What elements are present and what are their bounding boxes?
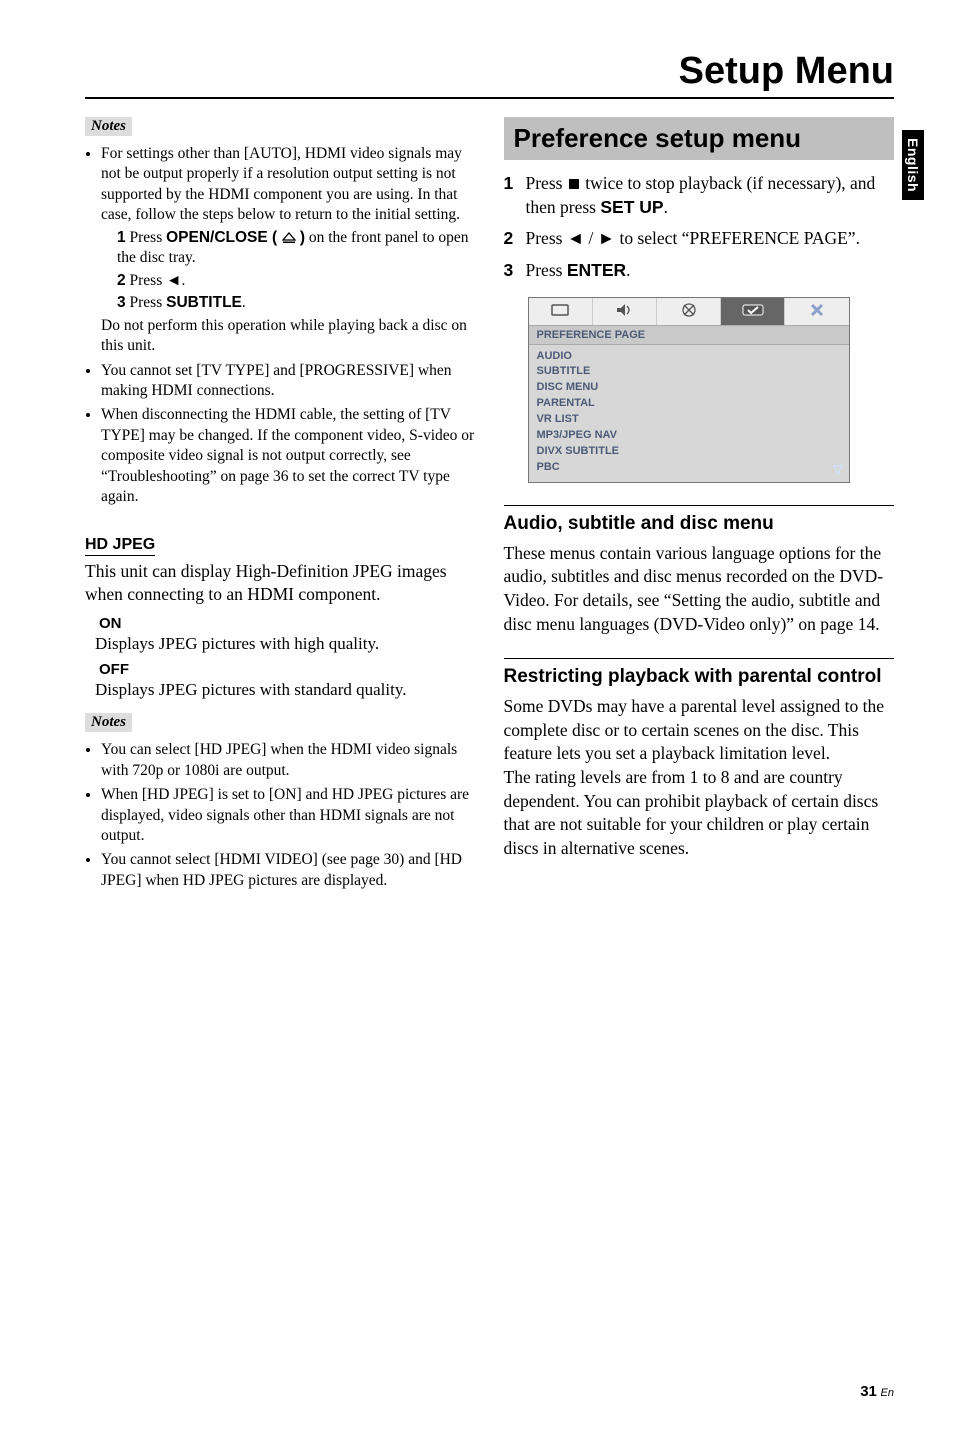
osd-tab-general-icon <box>529 298 593 325</box>
osd-scroll-down-icon: ▽ <box>833 461 842 478</box>
language-tab: English <box>902 130 924 200</box>
stop-icon <box>567 177 581 191</box>
step-text: Press <box>526 173 567 193</box>
osd-items: AUDIO SUBTITLE DISC MENU PARENTAL VR LIS… <box>529 345 849 483</box>
osd-tabbar <box>529 298 849 326</box>
page-lang: En <box>881 1387 894 1399</box>
list-item: 3 Press ENTER. <box>504 259 895 283</box>
page-number: 31 <box>860 1383 877 1400</box>
page-footer: 31 En <box>860 1383 894 1400</box>
list-item: 2 Press ◄. <box>117 271 476 291</box>
list-item: You can select [HD JPEG] when the HDMI v… <box>101 740 476 781</box>
osd-tab-close-icon <box>785 298 848 325</box>
step-text: Press <box>130 272 167 289</box>
osd-item: VR LIST <box>537 412 841 428</box>
step-text: . <box>664 197 668 217</box>
option-on-desc: Displays JPEG pictures with high quality… <box>95 633 476 655</box>
note-text: You can select [HD JPEG] when the HDMI v… <box>101 741 457 778</box>
option-on-label: ON <box>99 615 476 632</box>
option-off-desc: Displays JPEG pictures with standard qua… <box>95 679 476 701</box>
osd-page-label: PREFERENCE PAGE <box>529 326 849 345</box>
left-arrow-icon: ◄ <box>567 228 584 248</box>
step-number: 3 <box>117 294 126 311</box>
eject-icon <box>282 232 296 244</box>
list-item: 1 Press OPEN/CLOSE ( ) on the front pane… <box>117 228 476 269</box>
parental-heading: Restricting playback with parental contr… <box>504 658 895 689</box>
notes-label: Notes <box>85 117 132 136</box>
step-number: 2 <box>504 227 526 251</box>
audio-subtitle-body: These menus contain various language opt… <box>504 542 895 637</box>
osd-item: DIVX SUBTITLE <box>537 444 841 460</box>
button-label: OPEN/CLOSE ( <box>166 229 281 246</box>
right-arrow-icon: ► <box>598 228 615 248</box>
note-text: You cannot set [TV TYPE] and [PROGRESSIV… <box>101 362 451 399</box>
step-text: Press <box>130 294 167 311</box>
notes-list: For settings other than [AUTO], HDMI vid… <box>85 144 476 508</box>
list-item: You cannot select [HDMI VIDEO] (see page… <box>101 850 476 891</box>
osd-item: MP3/JPEG NAV <box>537 428 841 444</box>
osd-item: DISC MENU <box>537 380 841 396</box>
step-number: 1 <box>117 229 126 246</box>
button-label: SET UP <box>600 197 663 217</box>
option-off-label: OFF <box>99 661 476 678</box>
osd-mock: PREFERENCE PAGE AUDIO SUBTITLE DISC MENU… <box>528 297 850 484</box>
button-label: ENTER <box>567 260 626 280</box>
note-text: When disconnecting the HDMI cable, the s… <box>101 406 474 505</box>
osd-item: PBC <box>537 460 841 476</box>
step-number: 3 <box>504 259 526 283</box>
preference-heading: Preference setup menu <box>504 117 895 160</box>
list-item: 3 Press SUBTITLE. <box>117 293 476 313</box>
note-text: You cannot select [HDMI VIDEO] (see page… <box>101 851 462 888</box>
step-text: . <box>242 294 246 311</box>
left-arrow-icon: ◄ <box>166 272 181 289</box>
list-item: 1 Press twice to stop playback (if neces… <box>504 172 895 219</box>
page-title: Setup Menu <box>85 50 894 93</box>
audio-subtitle-heading: Audio, subtitle and disc menu <box>504 505 895 536</box>
list-item: When [HD JPEG] is set to [ON] and HD JPE… <box>101 785 476 846</box>
osd-tab-preference-icon <box>721 298 785 325</box>
note-text: For settings other than [AUTO], HDMI vid… <box>101 145 462 223</box>
step-text: Press <box>526 228 567 248</box>
note-text: Do not perform this operation while play… <box>101 317 467 354</box>
note-text: When [HD JPEG] is set to [ON] and HD JPE… <box>101 786 469 844</box>
list-item: You cannot set [TV TYPE] and [PROGRESSIV… <box>101 361 476 402</box>
step-number: 2 <box>117 272 126 289</box>
parental-body: Some DVDs may have a parental level assi… <box>504 695 895 860</box>
list-item: For settings other than [AUTO], HDMI vid… <box>101 144 476 357</box>
step-text: Press <box>526 260 567 280</box>
step-text: . <box>626 260 630 280</box>
step-text: Press <box>130 229 167 246</box>
osd-item: AUDIO <box>537 349 841 365</box>
notes-list: You can select [HD JPEG] when the HDMI v… <box>85 740 476 891</box>
list-item: When disconnecting the HDMI cable, the s… <box>101 405 476 507</box>
osd-item: SUBTITLE <box>537 364 841 380</box>
button-label: SUBTITLE <box>166 294 242 311</box>
right-column: Preference setup menu 1 Press twice to s… <box>504 117 895 905</box>
step-number: 1 <box>504 172 526 219</box>
osd-tab-video-icon <box>657 298 721 325</box>
steps-list: 1 Press twice to stop playback (if neces… <box>504 172 895 283</box>
step-text: . <box>181 272 185 289</box>
hd-jpeg-heading: HD JPEG <box>85 536 155 556</box>
osd-tab-audio-icon <box>593 298 657 325</box>
osd-item: PARENTAL <box>537 396 841 412</box>
step-text: to select “PREFERENCE PAGE”. <box>615 228 860 248</box>
list-item: 2 Press ◄ / ► to select “PREFERENCE PAGE… <box>504 227 895 251</box>
button-label: ) <box>296 229 305 246</box>
notes-label: Notes <box>85 713 132 732</box>
hd-jpeg-body: This unit can display High-Definition JP… <box>85 560 476 607</box>
left-column: Notes For settings other than [AUTO], HD… <box>85 117 476 905</box>
